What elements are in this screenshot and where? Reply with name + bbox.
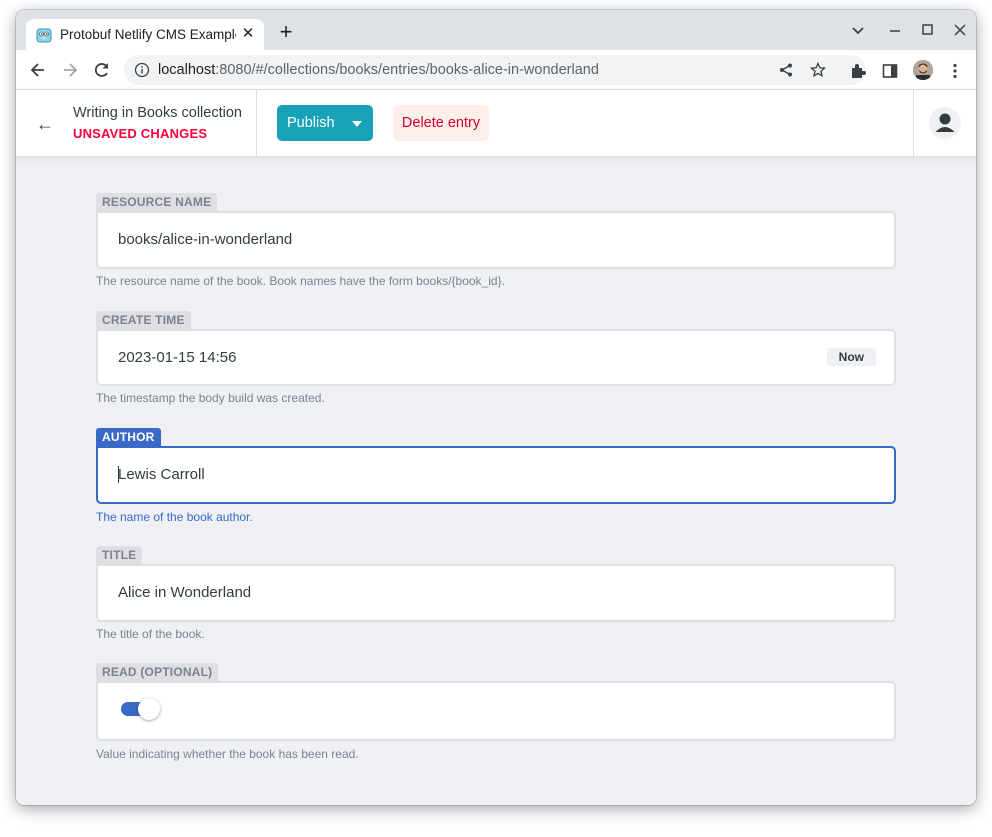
browser-window: Protobuf Netlify CMS Example ✕ + localho… (16, 10, 976, 805)
publish-button[interactable]: Publish (277, 105, 373, 141)
read-field-box (96, 681, 896, 741)
reload-icon[interactable] (92, 60, 112, 80)
create-time-hint: The timestamp the body build was created… (96, 391, 325, 405)
minimize-icon[interactable] (886, 21, 904, 39)
tab-close-icon[interactable]: ✕ (240, 26, 256, 42)
field-label-title: TITLE (96, 546, 143, 564)
new-tab-icon[interactable]: + (277, 21, 295, 43)
title-value: Alice in Wonderland (118, 584, 252, 601)
tab-search-chevron-icon[interactable] (849, 21, 867, 39)
field-label-resource-name: RESOURCE NAME (96, 193, 218, 211)
more-menu-icon[interactable] (946, 62, 964, 80)
field-label-read: READ (OPTIONAL) (96, 663, 219, 681)
side-panel-icon[interactable] (881, 62, 899, 80)
author-input[interactable]: Lewis Carroll (96, 446, 896, 504)
unsaved-status: UNSAVED CHANGES (73, 126, 208, 141)
url-path: :8080/#/collections/books/entries/books-… (215, 62, 599, 78)
browser-tab[interactable]: Protobuf Netlify CMS Example ✕ (26, 19, 264, 50)
back-to-collection-icon[interactable]: ← (36, 114, 56, 134)
profile-avatar[interactable] (913, 60, 933, 80)
user-menu-avatar[interactable] (929, 107, 961, 139)
site-info-icon[interactable] (134, 62, 150, 78)
field-label-author: AUTHOR (96, 428, 161, 446)
title-hint: The title of the book. (96, 627, 205, 641)
author-hint: The name of the book author. (96, 510, 253, 524)
gopher-favicon-icon (36, 28, 52, 43)
publish-dropdown-caret-icon[interactable] (352, 121, 362, 127)
delete-entry-button[interactable]: Delete entry (393, 105, 489, 141)
resource-name-value: books/alice-in-wonderland (118, 231, 293, 248)
create-time-input[interactable]: 2023-01-15 14:56 Now (96, 329, 896, 386)
header-divider (256, 90, 257, 156)
address-bar[interactable]: localhost:8080/#/collections/books/entri… (124, 55, 866, 85)
bookmark-star-icon[interactable] (810, 62, 826, 78)
window-close-icon[interactable] (951, 21, 969, 39)
create-time-value: 2023-01-15 14:56 (118, 349, 237, 366)
field-label-create-time: CREATE TIME (96, 311, 191, 329)
now-button[interactable]: Now (826, 348, 876, 366)
back-arrow-icon[interactable] (28, 60, 48, 80)
profile-photo-icon (913, 60, 933, 80)
resource-name-input[interactable]: books/alice-in-wonderland (96, 211, 896, 269)
browser-toolbar: localhost:8080/#/collections/books/entri… (16, 50, 976, 90)
resource-name-hint: The resource name of the book. Book name… (96, 274, 505, 288)
user-icon (930, 108, 960, 138)
editor-content: RESOURCE NAME books/alice-in-wonderland … (16, 156, 976, 805)
read-toggle-knob[interactable] (138, 698, 160, 720)
url-host: localhost (158, 62, 216, 78)
share-icon[interactable] (778, 62, 794, 78)
maximize-icon[interactable] (919, 21, 937, 39)
url-text: localhost:8080/#/collections/books/entri… (158, 62, 599, 78)
tab-bar: Protobuf Netlify CMS Example ✕ + (16, 10, 976, 50)
read-hint: Value indicating whether the book has be… (96, 747, 359, 761)
publish-label: Publish (287, 115, 335, 131)
extensions-puzzle-icon[interactable] (849, 62, 867, 80)
forward-arrow-icon[interactable] (60, 60, 80, 80)
author-value: Lewis Carroll (118, 466, 205, 483)
editor-header: ← Writing in Books collection UNSAVED CH… (16, 90, 976, 156)
tab-title: Protobuf Netlify CMS Example (60, 27, 236, 42)
editor-title: Writing in Books collection (73, 105, 242, 121)
header-divider-right (913, 90, 914, 156)
text-cursor (118, 466, 119, 483)
title-input[interactable]: Alice in Wonderland (96, 564, 896, 622)
